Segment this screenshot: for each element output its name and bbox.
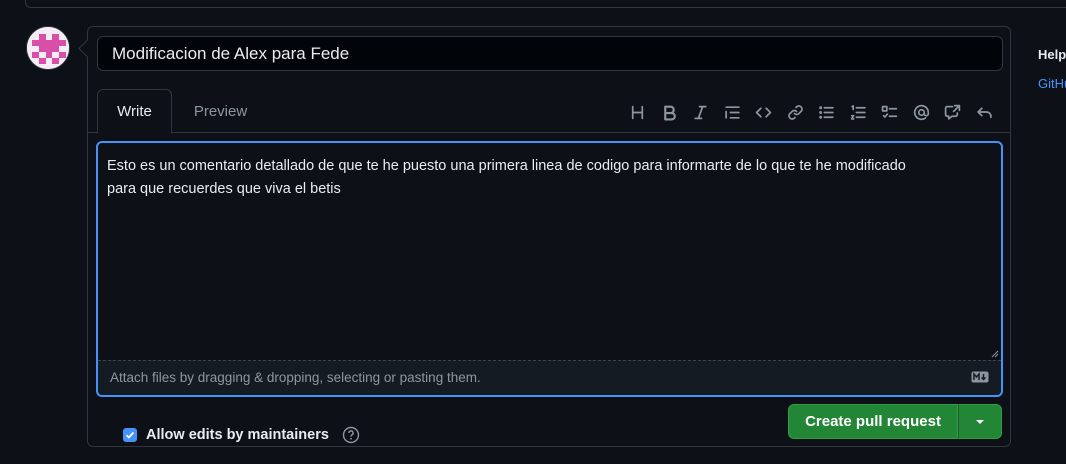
undo-icon[interactable] (969, 99, 1001, 125)
create-pull-request-group: Create pull request (788, 404, 1002, 439)
pr-title-input[interactable] (97, 36, 1003, 71)
comment-body-text[interactable]: Esto es un comentario detallado de que t… (107, 155, 987, 201)
resize-grip-icon[interactable] (991, 350, 999, 358)
sidebar-help-link[interactable]: GitHu (1038, 76, 1066, 91)
italic-icon[interactable] (685, 99, 717, 125)
tab-preview[interactable]: Preview (183, 89, 258, 134)
markdown-toolbar (622, 99, 1000, 125)
attach-files-hint: Attach files by dragging & dropping, sel… (110, 370, 481, 385)
allow-edits-label[interactable]: Allow edits by maintainers (146, 427, 329, 443)
link-icon[interactable] (780, 99, 812, 125)
unordered-list-icon[interactable] (811, 99, 843, 125)
previous-section-border (25, 0, 1066, 8)
tab-write[interactable]: Write (97, 89, 172, 134)
bold-icon[interactable] (654, 99, 686, 125)
cross-reference-icon[interactable] (937, 99, 969, 125)
task-list-icon[interactable] (874, 99, 906, 125)
avatar[interactable] (26, 26, 70, 70)
comment-editor[interactable]: Esto es un comentario detallado de que t… (96, 141, 1003, 397)
markdown-icon (971, 371, 989, 383)
help-question-icon[interactable] (342, 426, 360, 444)
allow-edits-checkbox[interactable] (123, 428, 137, 442)
code-icon[interactable] (748, 99, 780, 125)
create-pull-request-button[interactable]: Create pull request (788, 404, 958, 439)
pull-request-form: Write Preview (87, 26, 1011, 447)
caret-down-icon (976, 419, 984, 424)
allow-edits-row: Allow edits by maintainers (123, 425, 360, 445)
page: Write Preview (0, 0, 1066, 464)
ordered-list-icon[interactable] (843, 99, 875, 125)
quote-icon[interactable] (717, 99, 749, 125)
editor-tab-bar: Write Preview (88, 89, 1010, 134)
sidebar-help-heading: Help (1038, 47, 1066, 62)
create-options-dropdown[interactable] (958, 404, 1002, 439)
attach-files-bar[interactable]: Attach files by dragging & dropping, sel… (98, 360, 1001, 395)
mention-icon[interactable] (906, 99, 938, 125)
heading-icon[interactable] (622, 99, 654, 125)
